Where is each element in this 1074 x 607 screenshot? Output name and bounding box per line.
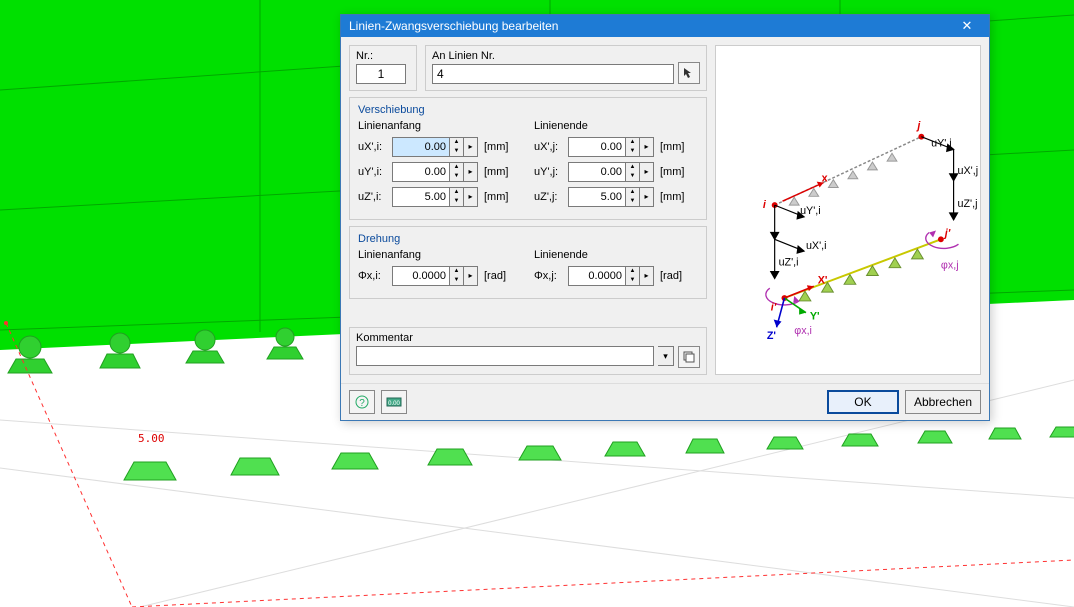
- u1-j-input[interactable]: [568, 162, 626, 182]
- ok-button[interactable]: OK: [827, 390, 899, 414]
- comment-dropdown-button[interactable]: ▾: [658, 346, 674, 366]
- u1-j-unit: [mm]: [660, 166, 684, 178]
- dialog-footer: ? 0.00 OK Abbrechen: [341, 383, 989, 420]
- comment-group: Kommentar ▾: [349, 327, 707, 375]
- u0-i-label: uX',i:: [358, 141, 388, 153]
- phi-xj-spinner[interactable]: ▲▼: [626, 266, 640, 286]
- close-icon[interactable]: ✕: [949, 18, 985, 34]
- u0-j-spinner[interactable]: ▲▼: [626, 137, 640, 157]
- help-icon: ?: [355, 395, 369, 409]
- displacement-title: Verschiebung: [358, 104, 698, 116]
- line-start-label: Linienanfang: [358, 120, 522, 132]
- nr-label: Nr.:: [356, 50, 410, 62]
- u2-j-unit: [mm]: [660, 191, 684, 203]
- u0-j-menu[interactable]: ▸: [640, 137, 654, 157]
- u0-i-spinner[interactable]: ▲▼: [450, 137, 464, 157]
- comment-input[interactable]: [356, 346, 654, 366]
- diagram-panel: i j i' j' x X' Y' Z' uY',i uX',i uZ',i u…: [715, 45, 981, 375]
- dialog-title: Linien-Zwangsverschiebung bearbeiten: [349, 19, 949, 33]
- u2-i-spinner[interactable]: ▲▼: [450, 187, 464, 207]
- cancel-button[interactable]: Abbrechen: [905, 390, 981, 414]
- svg-text:uY',i: uY',i: [800, 205, 821, 217]
- stack-icon: [683, 351, 695, 363]
- pick-lines-button[interactable]: [678, 62, 700, 84]
- svg-text:j: j: [915, 120, 921, 132]
- comment-label: Kommentar: [356, 332, 700, 344]
- lines-input[interactable]: [432, 64, 674, 84]
- u2-j-spinner[interactable]: ▲▼: [626, 187, 640, 207]
- lines-label: An Linien Nr.: [432, 50, 700, 62]
- u2-i-unit: [mm]: [484, 191, 508, 203]
- dialog-titlebar[interactable]: Linien-Zwangsverschiebung bearbeiten ✕: [341, 15, 989, 37]
- svg-text:Z': Z': [767, 330, 776, 342]
- comment-library-button[interactable]: [678, 346, 700, 368]
- phi-xi-input[interactable]: [392, 266, 450, 286]
- rot-start-label: Linienanfang: [358, 249, 522, 261]
- units-icon: 0.00: [386, 395, 402, 409]
- lines-group: An Linien Nr.: [425, 45, 707, 91]
- svg-text:X': X': [818, 274, 828, 286]
- line-end-label: Linienende: [534, 120, 698, 132]
- rotation-title: Drehung: [358, 233, 698, 245]
- svg-text:uX',j: uX',j: [958, 165, 979, 177]
- rot-unit-j: [rad]: [660, 270, 682, 282]
- u1-j-spinner[interactable]: ▲▼: [626, 162, 640, 182]
- u1-j-menu[interactable]: ▸: [640, 162, 654, 182]
- u0-i-input[interactable]: [392, 137, 450, 157]
- u0-i-menu[interactable]: ▸: [464, 137, 478, 157]
- u2-j-label: uZ',j:: [534, 191, 564, 203]
- svg-text:i': i': [771, 302, 777, 314]
- svg-text:uZ',j: uZ',j: [958, 198, 978, 210]
- rot-unit: [rad]: [484, 270, 506, 282]
- phi-xj-input[interactable]: [568, 266, 626, 286]
- svg-text:?: ?: [359, 398, 365, 409]
- svg-text:i: i: [763, 199, 767, 211]
- u0-j-label: uX',j:: [534, 141, 564, 153]
- edit-line-displacement-dialog: Linien-Zwangsverschiebung bearbeiten ✕ N…: [340, 14, 990, 421]
- displacement-group: Verschiebung Linienanfang uX',i:▲▼▸[mm]u…: [349, 97, 707, 220]
- u1-i-spinner[interactable]: ▲▼: [450, 162, 464, 182]
- u2-i-label: uZ',i:: [358, 191, 388, 203]
- u1-i-label: uY',i:: [358, 166, 388, 178]
- svg-text:uX',i: uX',i: [806, 240, 827, 252]
- svg-text:j': j': [943, 227, 951, 239]
- phi-xj-menu[interactable]: ▸: [640, 266, 654, 286]
- u1-i-menu[interactable]: ▸: [464, 162, 478, 182]
- rot-end-label: Linienende: [534, 249, 698, 261]
- phi-xi-menu[interactable]: ▸: [464, 266, 478, 286]
- svg-text:0.00: 0.00: [388, 401, 400, 407]
- u0-j-input[interactable]: [568, 137, 626, 157]
- u0-i-unit: [mm]: [484, 141, 508, 153]
- u1-i-unit: [mm]: [484, 166, 508, 178]
- u2-j-input[interactable]: [568, 187, 626, 207]
- phi-xi-label: Φx,i:: [358, 270, 388, 282]
- u2-i-input[interactable]: [392, 187, 450, 207]
- rotation-group: Drehung Linienanfang Φx,i: ▲▼ ▸ [rad]: [349, 226, 707, 299]
- svg-text:uZ',i: uZ',i: [779, 257, 799, 269]
- nr-input[interactable]: [356, 64, 406, 84]
- u1-i-input[interactable]: [392, 162, 450, 182]
- svg-text:x: x: [822, 173, 828, 185]
- svg-text:Y': Y': [810, 311, 820, 323]
- svg-text:φx,j: φx,j: [941, 260, 959, 272]
- help-button[interactable]: ?: [349, 390, 375, 414]
- u0-j-unit: [mm]: [660, 141, 684, 153]
- u2-i-menu[interactable]: ▸: [464, 187, 478, 207]
- svg-text:uY',j: uY',j: [931, 137, 952, 149]
- phi-xi-spinner[interactable]: ▲▼: [450, 266, 464, 286]
- nr-group: Nr.:: [349, 45, 417, 91]
- cursor-icon: [683, 67, 695, 79]
- phi-xj-label: Φx,j:: [534, 270, 564, 282]
- displacement-annotation: 5.00: [138, 432, 165, 445]
- u2-j-menu[interactable]: ▸: [640, 187, 654, 207]
- svg-text:φx,i: φx,i: [794, 325, 812, 337]
- units-button[interactable]: 0.00: [381, 390, 407, 414]
- u1-j-label: uY',j:: [534, 166, 564, 178]
